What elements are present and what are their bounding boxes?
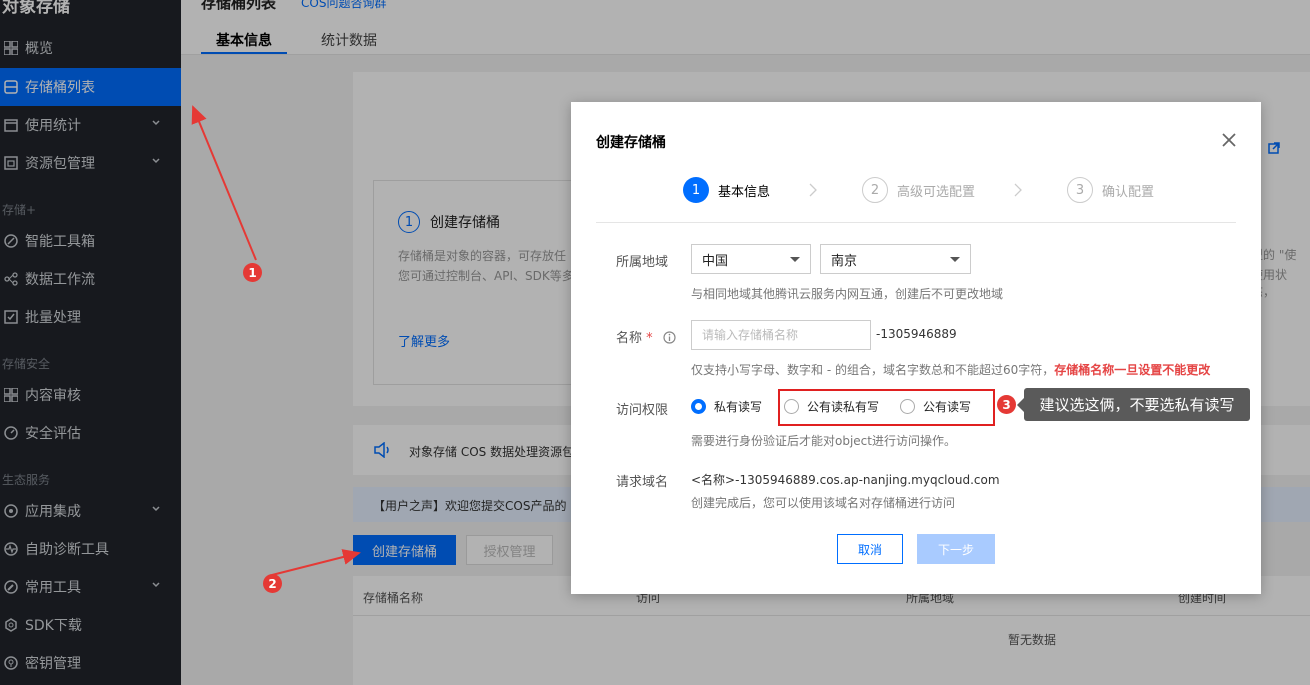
annotation-tooltip: 建议选这俩，不要选私有读写 [1024,388,1250,421]
tooltip-arrow [1017,398,1024,412]
annotation-badge-1: 1 [243,263,262,282]
annotation-highlight-box [778,389,995,426]
annotation-arrows [191,105,361,576]
annotation-arrow-2 [271,549,361,576]
annotation-arrow-1 [191,105,257,261]
annotation-badge-3: 3 [997,395,1016,414]
annotation-badge-2: 2 [263,574,282,593]
